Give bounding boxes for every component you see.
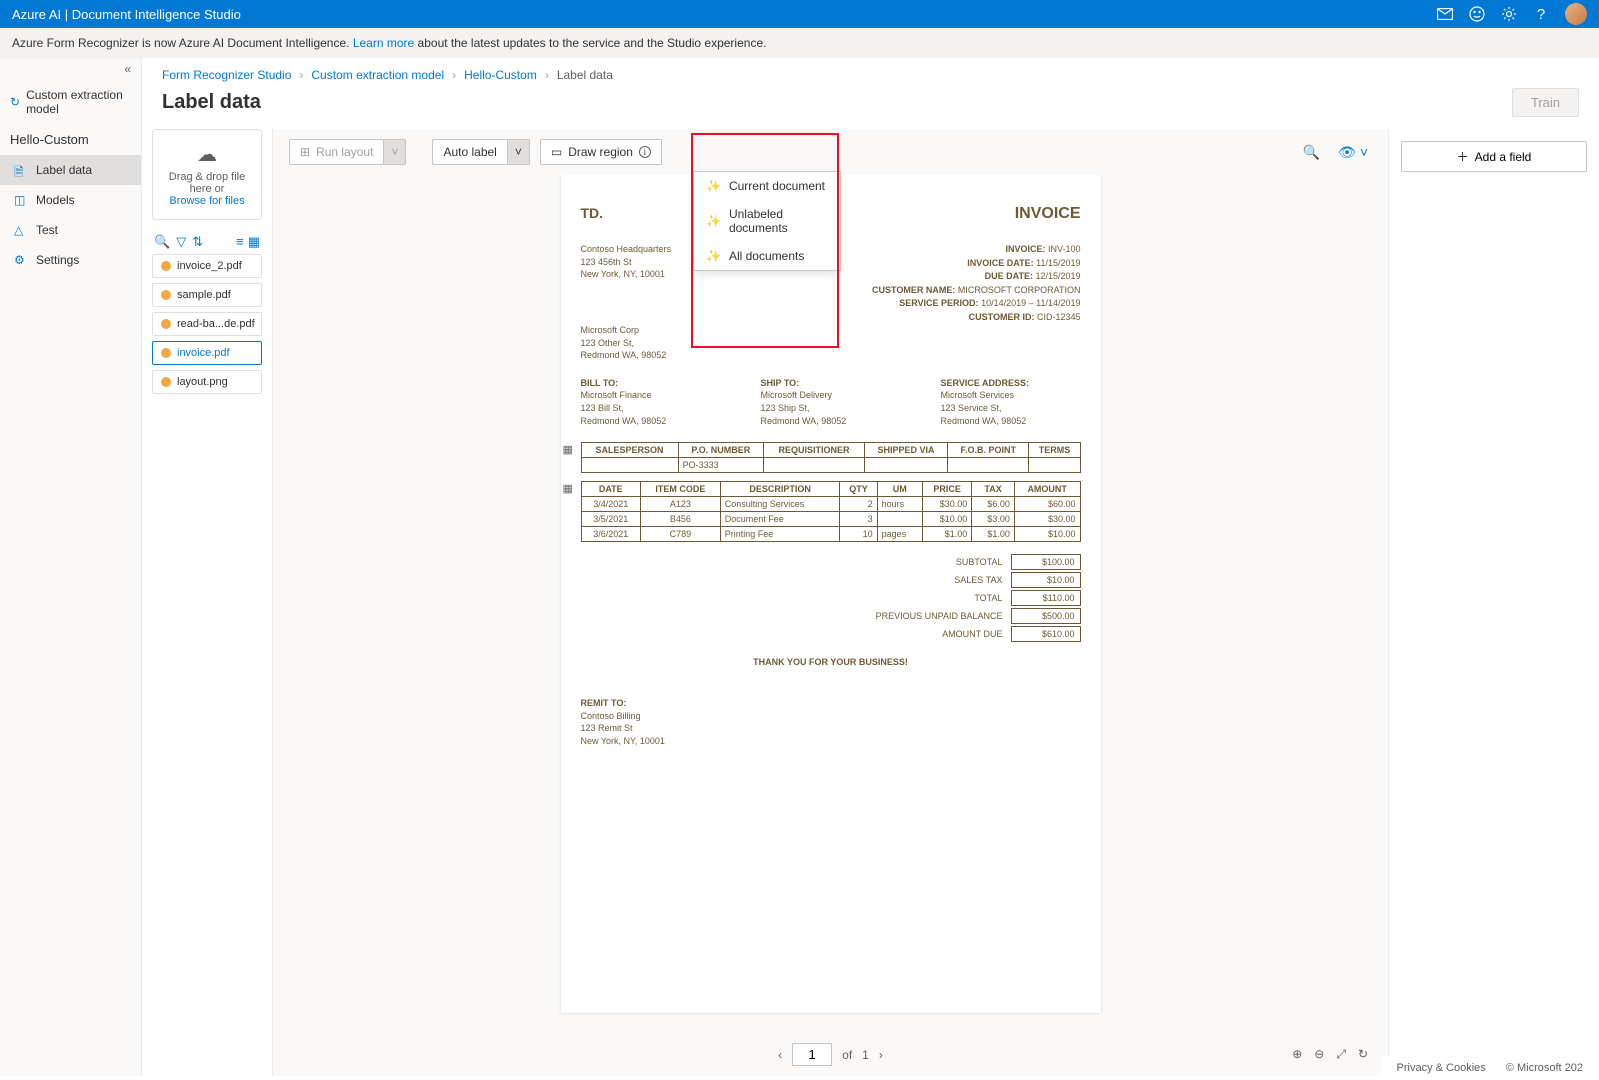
add-field-button[interactable]: ＋ Add a field — [1401, 141, 1587, 172]
mail-icon[interactable] — [1437, 6, 1453, 22]
dropzone-line1: Drag & drop file — [159, 171, 255, 183]
breadcrumb-item[interactable]: Hello-Custom — [464, 68, 537, 82]
breadcrumb-item[interactable]: Custom extraction model — [311, 68, 444, 82]
model-type-label: Custom extraction model — [26, 88, 131, 116]
prev-page-button[interactable]: ‹ — [778, 1048, 782, 1062]
browse-files-link[interactable]: Browse for files — [169, 195, 244, 207]
file-item[interactable]: sample.pdf — [152, 283, 262, 307]
project-name: Hello-Custom — [0, 124, 141, 155]
breadcrumb-current: Label data — [557, 68, 613, 82]
file-item[interactable]: layout.png — [152, 370, 262, 394]
document-preview: TD. INVOICE Contoso Headquarters123 456t… — [561, 175, 1101, 1013]
plus-icon: ＋ — [1457, 148, 1469, 165]
chevron-right-icon: › — [545, 68, 549, 82]
info-icon: i — [639, 146, 651, 158]
draw-region-button[interactable]: ▭ Draw region i — [540, 139, 662, 165]
copyright: © Microsoft 202 — [1506, 1062, 1583, 1074]
collapse-panel-button[interactable]: « — [0, 58, 141, 80]
banner-text-before: Azure Form Recognizer is now Azure AI Do… — [12, 36, 353, 50]
page-input[interactable] — [792, 1043, 832, 1066]
banner-text-after: about the latest updates to the service … — [418, 36, 767, 50]
next-page-button[interactable]: › — [879, 1048, 883, 1062]
table-icon[interactable]: ▦ — [563, 443, 573, 456]
grid-view-icon[interactable]: ▦ — [248, 234, 260, 250]
page-title: Label data — [162, 91, 261, 114]
dropzone[interactable]: ☁ Drag & drop file here or Browse for fi… — [152, 129, 262, 220]
avatar[interactable] — [1565, 3, 1587, 25]
region-icon: ▭ — [551, 145, 562, 159]
status-dot — [161, 377, 171, 387]
list-view-icon[interactable]: ≡ — [236, 234, 244, 250]
rotate-icon[interactable]: ↻ — [1358, 1047, 1368, 1062]
top-bar: Azure AI | Document Intelligence Studio … — [0, 0, 1599, 28]
run-layout-button[interactable]: ⊞ Run layout — [289, 139, 383, 165]
train-button[interactable]: Train — [1512, 88, 1579, 117]
zoom-in-icon[interactable]: ⊕ — [1292, 1047, 1302, 1062]
privacy-link[interactable]: Privacy & Cookies — [1397, 1062, 1486, 1074]
wand-icon: ✨ — [706, 249, 721, 263]
status-dot — [161, 261, 171, 271]
chevron-down-icon: ˅ — [515, 145, 522, 159]
page-total: 1 — [862, 1048, 869, 1062]
status-dot — [161, 290, 171, 300]
nav-item-test[interactable]: △Test — [0, 215, 141, 245]
nav-icon: ◫ — [14, 193, 28, 207]
zoom-out-icon[interactable]: ⊖ — [1314, 1047, 1324, 1062]
run-layout-chevron[interactable]: ˅ — [383, 139, 406, 165]
file-item[interactable]: invoice.pdf — [152, 341, 262, 365]
filter-icon[interactable]: ▽ — [176, 234, 186, 250]
nav-item-settings[interactable]: ⚙Settings — [0, 245, 141, 275]
dropdown-item-unlabeled[interactable]: ✨ Unlabeled documents — [694, 200, 840, 242]
chevron-right-icon: › — [299, 68, 303, 82]
sort-icon[interactable]: ⇅ — [192, 234, 203, 250]
visibility-icon[interactable]: 👁 ˅ — [1334, 140, 1372, 165]
search-icon[interactable]: 🔍 — [1299, 140, 1324, 165]
breadcrumb-item[interactable]: Form Recognizer Studio — [162, 68, 291, 82]
dropdown-item-current[interactable]: ✨ Current document — [694, 172, 840, 200]
wand-icon: ✨ — [706, 179, 721, 193]
brand-label: Azure AI | Document Intelligence Studio — [12, 7, 241, 22]
doc-ltd: TD. — [581, 205, 604, 221]
auto-label-chevron[interactable]: ˅ — [507, 139, 530, 165]
help-icon[interactable]: ? — [1533, 6, 1549, 22]
left-panel: « ↻ Custom extraction model Hello-Custom… — [0, 58, 142, 1076]
chevron-down-icon: ˅ — [391, 145, 398, 159]
fit-icon[interactable]: ⤢ — [1336, 1047, 1346, 1062]
file-tools: 🔍 ▽ ⇅ ≡ ▦ — [152, 230, 262, 254]
breadcrumb: Form Recognizer Studio › Custom extracti… — [142, 58, 1599, 88]
nav-item-models[interactable]: ◫Models — [0, 185, 141, 215]
wand-icon: ✨ — [706, 214, 721, 228]
nav-item-label-data[interactable]: 🗎Label data — [0, 155, 141, 185]
table-icon[interactable]: ▦ — [563, 482, 573, 495]
status-dot — [161, 348, 171, 358]
info-banner: Azure Form Recognizer is now Azure AI Do… — [0, 28, 1599, 58]
auto-label-button[interactable]: Auto label — [432, 139, 506, 165]
search-icon[interactable]: 🔍 — [154, 234, 170, 250]
nav-icon: 🗎 — [14, 163, 28, 177]
page-total-prefix: of — [842, 1048, 852, 1062]
layout-icon: ⊞ — [300, 145, 310, 159]
dropzone-line2: here or — [159, 183, 255, 195]
nav-icon: △ — [14, 223, 28, 237]
gear-icon[interactable] — [1501, 6, 1517, 22]
chevron-right-icon: › — [452, 68, 456, 82]
dropdown-item-all[interactable]: ✨ All documents — [694, 242, 840, 270]
doc-thanks: THANK YOU FOR YOUR BUSINESS! — [581, 657, 1081, 667]
file-item[interactable]: invoice_2.pdf — [152, 254, 262, 278]
smile-icon[interactable] — [1469, 6, 1485, 22]
refresh-icon: ↻ — [10, 95, 20, 109]
status-dot — [161, 319, 171, 329]
nav-icon: ⚙ — [14, 253, 28, 267]
cloud-upload-icon: ☁ — [159, 142, 255, 167]
file-item[interactable]: read-ba...de.pdf — [152, 312, 262, 336]
auto-label-dropdown: ✨ Current document ✨ Unlabeled documents… — [693, 171, 841, 271]
footer: Privacy & Cookies © Microsoft 202 — [1381, 1056, 1599, 1080]
doc-invoice-title: INVOICE — [1015, 205, 1081, 223]
banner-learn-more-link[interactable]: Learn more — [353, 36, 414, 50]
